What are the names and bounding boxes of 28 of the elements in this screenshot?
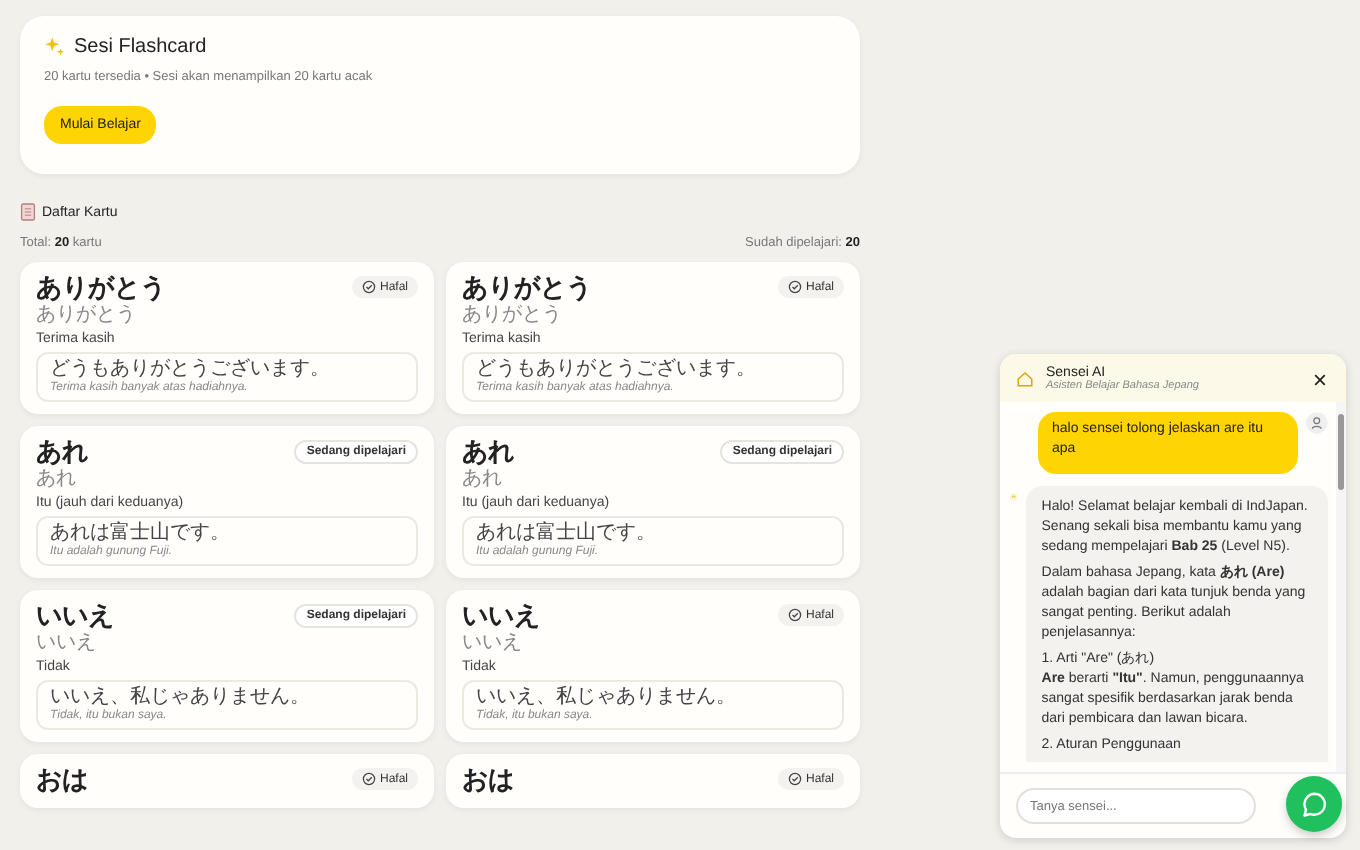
example-sentence: あれは富士山です。: [50, 522, 232, 545]
card-word: あれ: [36, 436, 88, 468]
card-word: ありがとう: [462, 272, 592, 304]
card-word: ありがとう: [36, 272, 166, 304]
close-button[interactable]: [1310, 369, 1330, 389]
card-word: いいえ: [462, 600, 540, 632]
card-reading: いいえ: [36, 632, 98, 654]
card-reading: あれ: [462, 468, 504, 490]
user-avatar-icon: [1306, 412, 1328, 434]
example-sentence: あれは富士山です。: [476, 522, 658, 545]
scrollbar[interactable]: [1336, 402, 1346, 771]
card-word: いいえ: [36, 600, 114, 632]
example-sentence: いいえ、私じゃありません。: [476, 686, 738, 709]
example-sentence: どうもありがとうございます。: [50, 358, 332, 381]
sparkle-icon: [44, 36, 66, 58]
chat-bubble-icon: [1299, 789, 1329, 819]
example-sentence: どうもありがとうございます。: [476, 358, 758, 381]
card-reading: あれ: [36, 468, 78, 490]
card-word: おは: [462, 764, 514, 796]
card-reading: いいえ: [462, 632, 524, 654]
card-word: おは: [36, 764, 88, 796]
card-reading: ありがとう: [462, 304, 564, 326]
card-box-icon: [20, 202, 36, 222]
example-sentence: いいえ、私じゃありません。: [50, 686, 312, 709]
card-word: あれ: [462, 436, 514, 468]
card-reading: ありがとう: [36, 304, 138, 326]
session-title: Sesi Flashcard: [74, 36, 207, 58]
home-icon: [1016, 370, 1034, 388]
